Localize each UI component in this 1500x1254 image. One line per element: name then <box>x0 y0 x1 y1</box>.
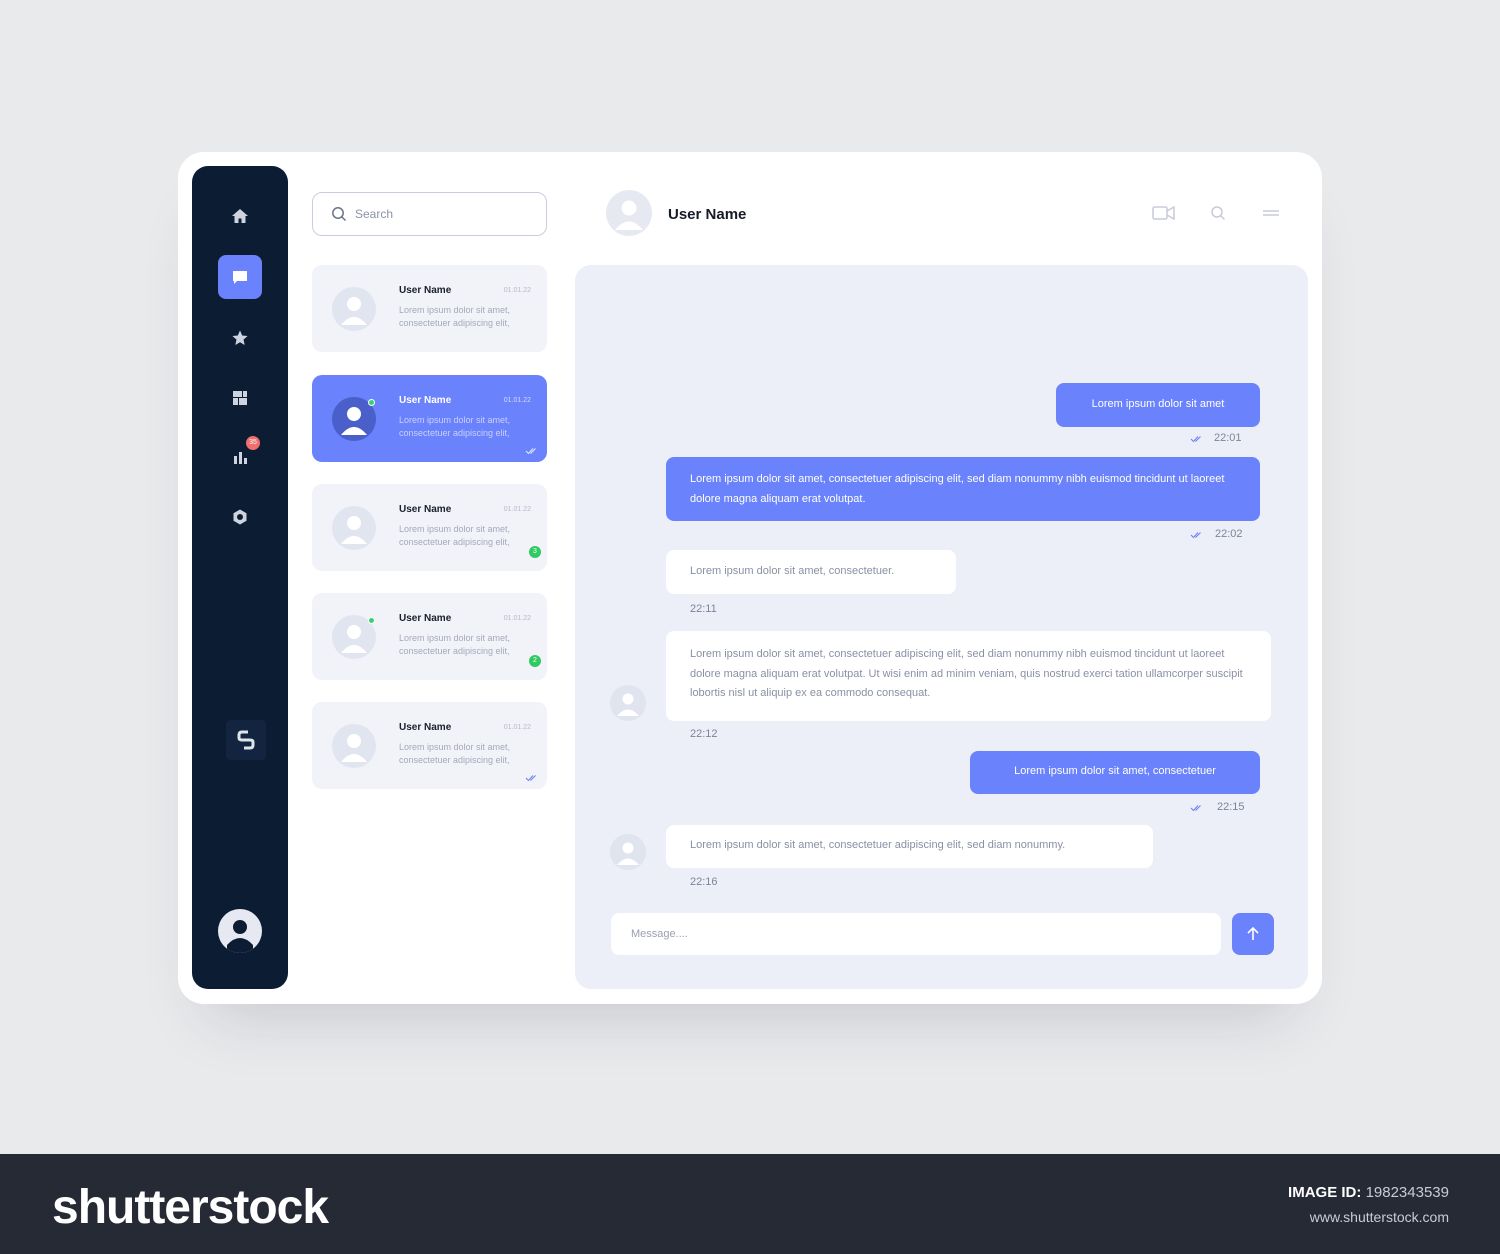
message-outgoing: Lorem ipsum dolor sit amet, consectetuer <box>970 751 1260 794</box>
message-incoming: Lorem ipsum dolor sit amet, consectetuer… <box>666 825 1153 868</box>
stock-footer: shutterstock IMAGE ID: 1982343539 www.sh… <box>0 1154 1500 1254</box>
conversation-preview: Lorem ipsum dolor sit amet, consectetuer… <box>399 524 511 547</box>
dashboard-icon <box>233 391 247 405</box>
unread-count-badge: 2 <box>529 655 541 667</box>
conversation-date: 01.01.22 <box>503 287 531 294</box>
conversation-preview: Lorem ipsum dolor sit amet, consectetuer… <box>399 305 511 328</box>
chat-contact-avatar[interactable] <box>606 190 652 236</box>
sender-avatar <box>610 685 646 721</box>
messenger-window: 35 Search User Name 01.01.22 Lorem ipsum… <box>178 152 1322 1004</box>
conversation-name: User Name <box>399 285 452 296</box>
search-placeholder: Search <box>355 207 394 221</box>
conversation-item-active[interactable]: User Name 01.01.22 Lorem ipsum dolor sit… <box>312 375 547 462</box>
sidebar: 35 <box>192 166 288 989</box>
stats-icon <box>234 452 247 464</box>
search-box[interactable]: Search <box>312 192 547 236</box>
home-icon <box>232 209 248 223</box>
online-indicator <box>368 399 375 406</box>
conversation-date: 01.01.22 <box>503 506 531 513</box>
nav-settings-button[interactable] <box>218 495 262 539</box>
contact-avatar <box>332 724 376 768</box>
settings-icon <box>233 509 247 525</box>
stock-logo: shutterstock <box>52 1181 329 1234</box>
message-time: 22:15 <box>1217 801 1245 813</box>
user-avatar-icon[interactable] <box>218 909 262 953</box>
conversation-date: 01.01.22 <box>503 615 531 622</box>
arrow-up-icon <box>1247 926 1259 940</box>
message-time: 22:11 <box>690 603 717 615</box>
stats-badge: 35 <box>246 436 260 450</box>
conversation-preview: Lorem ipsum dolor sit amet, consectetuer… <box>399 742 511 765</box>
unread-count-badge: 3 <box>529 546 541 558</box>
conversation-item[interactable]: User Name 01.01.22 Lorem ipsum dolor sit… <box>312 265 547 352</box>
image-id-label: IMAGE ID: <box>1288 1184 1362 1201</box>
nav-stats-button[interactable]: 35 <box>218 430 262 474</box>
read-check-icon <box>525 775 536 782</box>
message-outgoing: Lorem ipsum dolor sit amet, consectetuer… <box>666 457 1260 521</box>
read-check-icon <box>525 448 536 455</box>
conversation-name: User Name <box>399 395 452 406</box>
message-incoming: Lorem ipsum dolor sit amet, consectetuer… <box>666 550 956 594</box>
image-id-line: IMAGE ID: 1982343539 <box>1288 1184 1449 1201</box>
conversation-item[interactable]: User Name 01.01.22 Lorem ipsum dolor sit… <box>312 702 547 789</box>
contact-avatar <box>332 287 376 331</box>
chat-contact-name: User Name <box>668 206 747 223</box>
online-indicator <box>368 617 375 624</box>
chat-panel: Lorem ipsum dolor sit amet 22:01 Lorem i… <box>575 265 1308 989</box>
star-icon <box>232 330 248 345</box>
menu-icon[interactable] <box>1262 204 1280 222</box>
nav-home-button[interactable] <box>218 194 262 238</box>
nav-chat-button[interactable] <box>218 255 262 299</box>
video-icon[interactable] <box>1152 204 1176 222</box>
conversation-name: User Name <box>399 722 452 733</box>
chat-icon <box>233 271 247 284</box>
image-id-value: 1982343539 <box>1365 1184 1449 1201</box>
read-check-icon <box>1190 805 1201 812</box>
conversation-date: 01.01.22 <box>503 397 531 404</box>
chat-search-icon[interactable] <box>1210 204 1226 222</box>
message-time: 22:02 <box>1215 528 1243 540</box>
message-time: 22:16 <box>690 876 718 888</box>
nav-favorites-button[interactable] <box>218 316 262 360</box>
message-outgoing: Lorem ipsum dolor sit amet <box>1056 383 1260 427</box>
brand-mark-icon <box>226 720 266 760</box>
nav-dashboard-button[interactable] <box>218 376 262 420</box>
message-input[interactable]: Message.... <box>611 913 1221 955</box>
message-time: 22:12 <box>690 728 718 740</box>
conversation-name: User Name <box>399 504 452 515</box>
message-incoming: Lorem ipsum dolor sit amet, consectetuer… <box>666 631 1271 721</box>
conversation-item[interactable]: User Name 01.01.22 Lorem ipsum dolor sit… <box>312 593 547 680</box>
conversation-name: User Name <box>399 613 452 624</box>
conversation-preview: Lorem ipsum dolor sit amet, consectetuer… <box>399 415 511 438</box>
conversation-preview: Lorem ipsum dolor sit amet, consectetuer… <box>399 633 511 656</box>
sender-avatar <box>610 834 646 870</box>
send-button[interactable] <box>1232 913 1274 955</box>
search-icon <box>332 207 347 222</box>
stock-site-url: www.shutterstock.com <box>1309 1209 1449 1225</box>
conversation-date: 01.01.22 <box>503 724 531 731</box>
read-check-icon <box>1190 436 1201 443</box>
conversation-item[interactable]: User Name 01.01.22 Lorem ipsum dolor sit… <box>312 484 547 571</box>
read-check-icon <box>1190 532 1201 539</box>
contact-avatar <box>332 506 376 550</box>
stage: 35 Search User Name 01.01.22 Lorem ipsum… <box>0 0 1500 1154</box>
message-time: 22:01 <box>1214 432 1242 444</box>
